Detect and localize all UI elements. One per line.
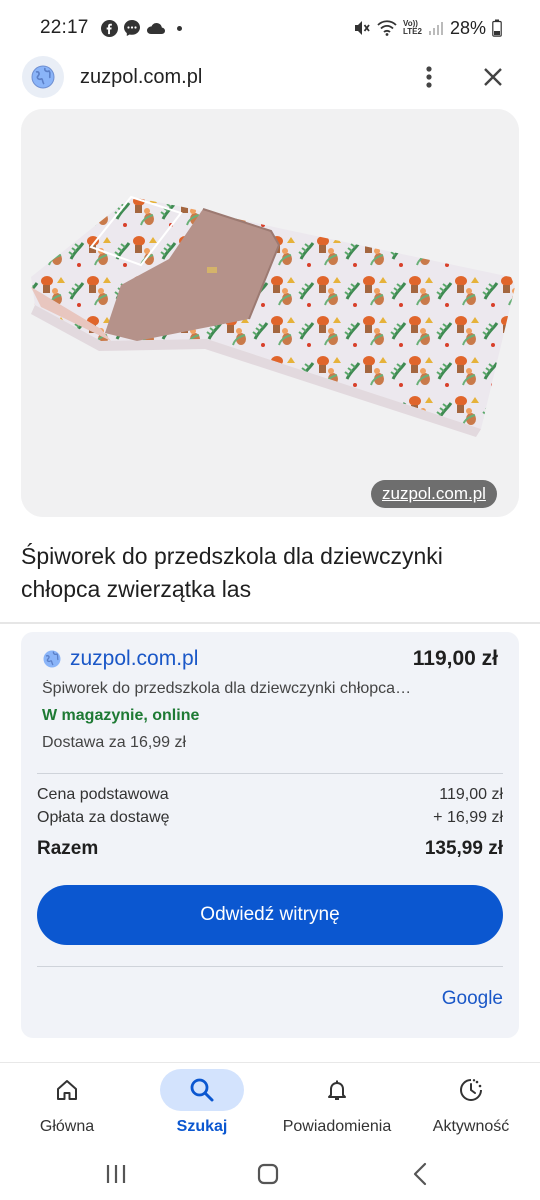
offer-description: Śpiworek do przedszkola dla dziewczynki …	[42, 680, 412, 697]
base-price-value: 119,00 zł	[439, 786, 503, 803]
notification-dot-icon	[176, 25, 182, 31]
facebook-icon	[100, 19, 118, 37]
nav-item-search[interactable]: Szukaj	[147, 1063, 257, 1149]
product-image-card[interactable]: zuzpol.com.pl	[21, 109, 519, 517]
nav-label-home: Główna	[39, 1118, 95, 1135]
home-button-icon	[257, 1163, 279, 1185]
network-label: Vo)) LTE2	[403, 19, 422, 36]
nav-item-notifications[interactable]: Powiadomienia	[282, 1063, 392, 1149]
offer-price: 119,00 zł	[412, 647, 498, 670]
signal-icon	[428, 22, 443, 35]
offer-card: zuzpol.com.pl 119,00 zł Śpiworek do prze…	[21, 632, 519, 1038]
image-source-chip[interactable]: zuzpol.com.pl	[371, 480, 497, 508]
status-time: 22:17	[40, 17, 89, 38]
globe-icon	[31, 65, 55, 89]
bottom-navigation: Główna Szukaj Powiadomienia Aktywność	[0, 1062, 540, 1148]
merchant-row[interactable]: zuzpol.com.pl 119,00 zł	[42, 646, 498, 672]
nav-label-search: Szukaj	[176, 1118, 228, 1135]
battery-icon	[492, 19, 502, 37]
bell-icon	[328, 1080, 346, 1100]
recent-apps-button[interactable]	[96, 1156, 136, 1192]
system-navigation	[0, 1148, 540, 1200]
base-price-label: Cena podstawowa	[37, 786, 169, 803]
nav-label-notifications: Powiadomienia	[282, 1118, 392, 1135]
price-divider	[37, 773, 503, 774]
header: zuzpol.com.pl	[0, 56, 540, 100]
globe-icon	[43, 650, 61, 668]
home-icon	[57, 1080, 77, 1100]
messenger-icon	[123, 20, 140, 36]
google-link[interactable]: Google	[442, 988, 503, 1010]
back-button[interactable]	[400, 1156, 440, 1192]
section-divider	[0, 622, 540, 624]
wifi-icon	[377, 20, 397, 36]
product-image	[21, 109, 519, 517]
footer-divider	[37, 966, 503, 967]
activity-icon	[460, 1079, 482, 1101]
close-icon	[484, 68, 502, 86]
shipping-value: + 16,99 zł	[433, 809, 503, 826]
more-options-button[interactable]	[414, 60, 444, 94]
mute-icon	[355, 21, 370, 35]
delivery-info: Dostawa za 16,99 zł	[42, 734, 187, 751]
recent-apps-icon	[106, 1165, 126, 1183]
nav-label-activity: Aktywność	[432, 1118, 510, 1135]
shipping-label: Opłata za dostawę	[37, 809, 170, 826]
visit-site-button[interactable]: Odwiedź witrynę	[37, 885, 503, 945]
shipping-row: Opłata za dostawę + 16,99 zł	[37, 809, 503, 827]
total-row: Razem 135,99 zł	[37, 838, 503, 860]
base-price-row: Cena podstawowa 119,00 zł	[37, 786, 503, 804]
search-icon	[190, 1078, 214, 1102]
nav-item-home[interactable]: Główna	[12, 1063, 122, 1149]
merchant-name[interactable]: zuzpol.com.pl	[70, 647, 198, 671]
stock-status: W magazynie, online	[42, 707, 200, 724]
close-button[interactable]	[476, 60, 510, 94]
header-domain[interactable]: zuzpol.com.pl	[80, 66, 202, 89]
more-vertical-icon	[426, 66, 432, 88]
site-favicon[interactable]	[22, 56, 64, 98]
back-icon	[413, 1162, 427, 1186]
total-label: Razem	[37, 838, 99, 859]
total-value: 135,99 zł	[424, 838, 503, 859]
product-title: Śpiworek do przedszkola dla dziewczynki …	[21, 543, 443, 602]
cloud-icon	[146, 23, 165, 34]
nav-item-activity[interactable]: Aktywność	[416, 1063, 526, 1149]
battery-percent: 28%	[449, 17, 486, 38]
status-bar: 22:17 Vo)) LTE2 28%	[0, 0, 540, 56]
home-system-button[interactable]	[248, 1156, 288, 1192]
